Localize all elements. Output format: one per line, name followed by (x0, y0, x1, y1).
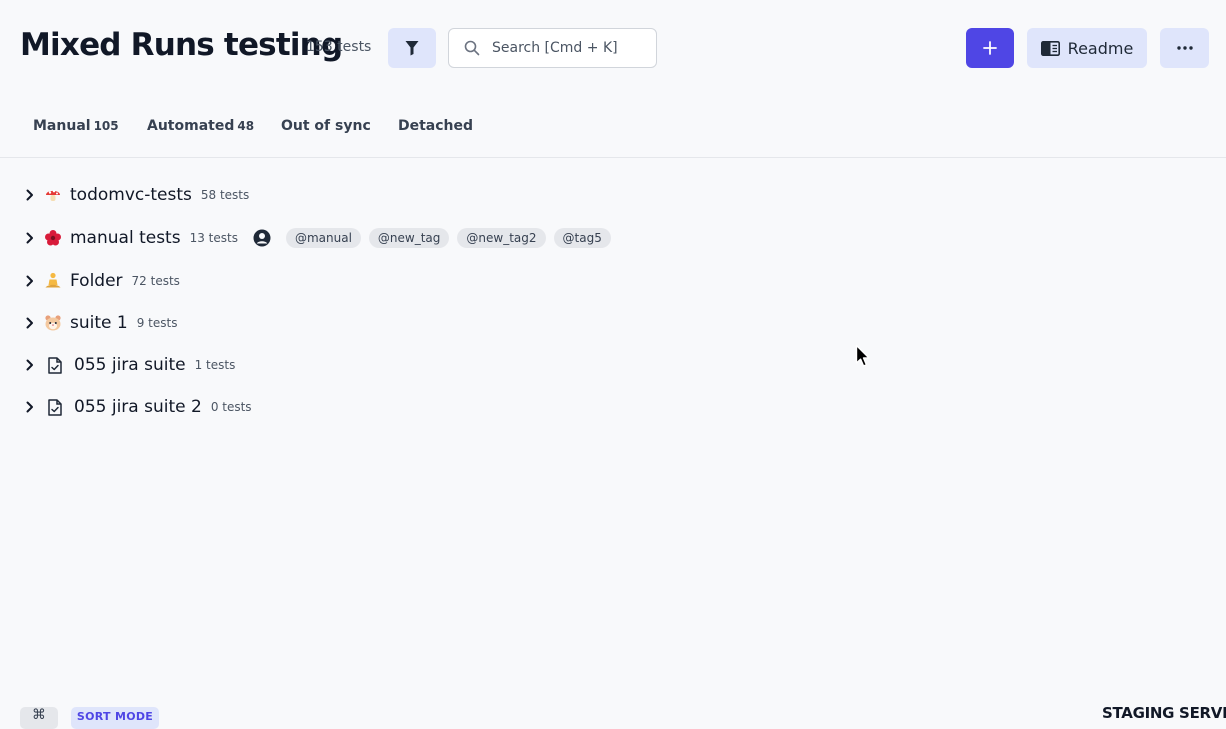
checked-document-icon (46, 398, 64, 416)
mouse-pointer-icon (855, 344, 871, 372)
tab-detached[interactable]: Detached (398, 118, 473, 134)
tab-out-of-sync[interactable]: Out of sync (281, 118, 371, 134)
search-box[interactable] (448, 28, 657, 68)
filter-icon (405, 41, 419, 56)
suite-row-suite-1[interactable]: suite 1 9 tests (0, 308, 177, 338)
mushroom-icon (44, 186, 62, 204)
command-key-button[interactable]: ⌘ (20, 707, 58, 729)
tab-manual[interactable]: Manual 105 (33, 118, 119, 134)
readme-label: Readme (1067, 38, 1134, 58)
book-icon (1040, 40, 1060, 56)
tab-label: Out of sync (281, 118, 371, 134)
search-input[interactable] (492, 33, 642, 63)
suite-name[interactable]: 055 jira suite 2 (74, 397, 202, 417)
total-test-count: 153 tests (306, 39, 372, 55)
plus-icon (983, 41, 997, 55)
suite-name[interactable]: todomvc-tests (70, 185, 192, 205)
tag-badge[interactable]: @manual (285, 228, 361, 248)
tab-label: Automated (147, 118, 235, 134)
chevron-right-icon[interactable] (24, 317, 36, 329)
person-meditating-icon (44, 272, 62, 290)
suite-name[interactable]: Folder (70, 271, 123, 291)
sort-mode-button[interactable]: SORT MODE (71, 707, 159, 729)
chevron-right-icon[interactable] (24, 189, 36, 201)
suite-row-055-jira-suite-2[interactable]: 055 jira suite 2 0 tests (0, 392, 252, 422)
suite-row-folder[interactable]: Folder 72 tests (0, 266, 180, 296)
tag-badge[interactable]: @tag5 (553, 228, 611, 248)
suite-row-todomvc-tests[interactable]: todomvc-tests 58 tests (0, 180, 249, 210)
chevron-right-icon[interactable] (24, 401, 36, 413)
suite-test-count: 9 tests (136, 316, 178, 330)
page-title: Mixed Runs testing (20, 27, 343, 63)
suite-name[interactable]: manual tests (70, 228, 181, 248)
checked-document-icon (46, 356, 64, 374)
chevron-right-icon[interactable] (24, 359, 36, 371)
tab-count: 48 (237, 119, 255, 133)
ellipsis-icon (1176, 46, 1193, 50)
tab-count: 105 (93, 119, 119, 133)
suite-test-count: 13 tests (189, 231, 238, 245)
tab-bar: Manual 105 Automated 48 Out of sync Detach… (0, 96, 1226, 158)
flower-icon (44, 229, 62, 247)
suite-test-count: 0 tests (210, 400, 252, 414)
tag-badge[interactable]: @new_tag (368, 228, 450, 248)
suite-row-055-jira-suite[interactable]: 055 jira suite 1 tests (0, 350, 235, 380)
chevron-right-icon[interactable] (24, 232, 36, 244)
tab-label: Detached (398, 118, 474, 134)
search-icon (464, 40, 480, 56)
chevron-right-icon[interactable] (24, 275, 36, 287)
command-icon: ⌘ (32, 707, 46, 723)
staging-server-label: STAGING SERVER (1102, 704, 1226, 722)
tag-badge[interactable]: @new_tag2 (457, 228, 546, 248)
tab-label: Manual (33, 118, 91, 134)
tab-automated[interactable]: Automated 48 (147, 118, 254, 134)
suite-test-count: 58 tests (200, 188, 250, 202)
page-header: Mixed Runs testing 153 tests Readme (0, 0, 1226, 96)
suite-test-count: 72 tests (131, 274, 180, 288)
suite-test-count: 1 tests (194, 358, 236, 372)
filter-button[interactable] (388, 28, 436, 68)
more-options-button[interactable] (1160, 28, 1209, 68)
readme-button[interactable]: Readme (1027, 28, 1147, 68)
suite-name[interactable]: 055 jira suite (74, 355, 186, 375)
suite-name[interactable]: suite 1 (70, 313, 128, 333)
add-button[interactable] (966, 28, 1014, 68)
hamster-icon (44, 314, 62, 332)
user-avatar-icon[interactable] (253, 229, 271, 247)
suite-row-manual-tests[interactable]: manual tests 13 tests @manual @new_tag @… (0, 223, 619, 253)
